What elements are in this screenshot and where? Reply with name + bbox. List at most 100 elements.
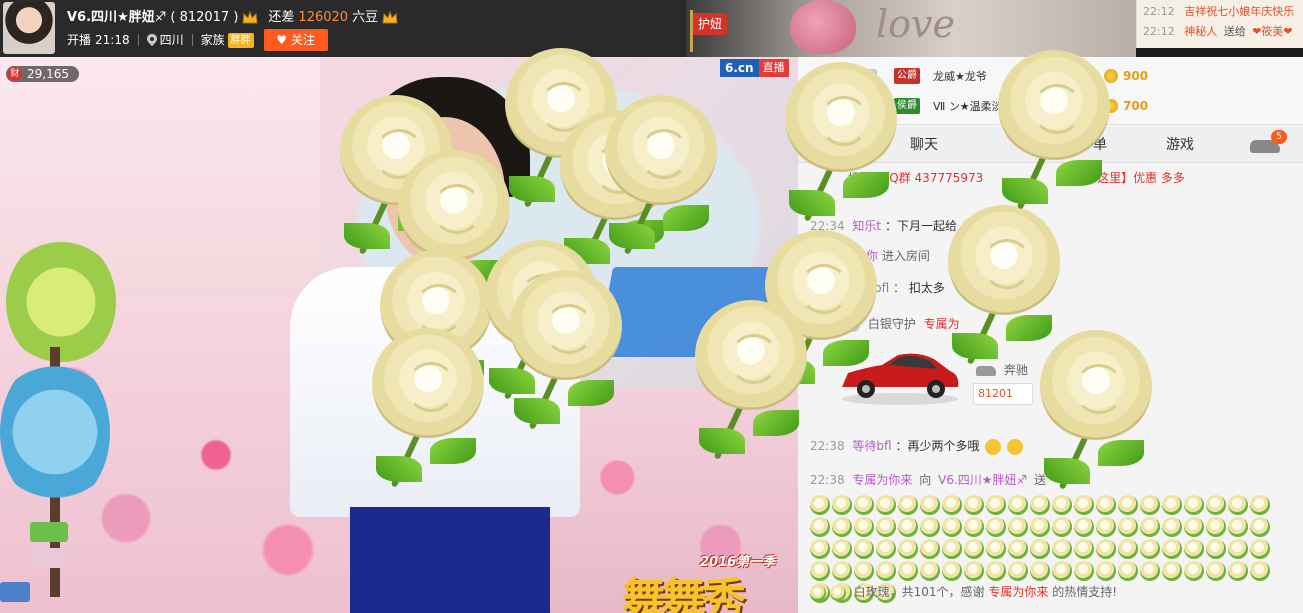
rose-icon	[1228, 517, 1248, 537]
rose-icon	[920, 561, 940, 581]
chat-user[interactable]: 等待bfl	[852, 439, 891, 453]
rose-icon	[1030, 495, 1050, 515]
tab-games[interactable]: 游戏	[1166, 127, 1194, 163]
rose-icon	[1228, 539, 1248, 559]
family-badge[interactable]: 胖胖	[227, 32, 254, 48]
chat-target[interactable]: V6.四川★胖妞♐	[938, 473, 1027, 487]
rose-icon	[1008, 561, 1028, 581]
rose-icon	[832, 561, 852, 581]
promo-banner[interactable]: 护妞 love	[686, 0, 1136, 57]
colon-separator: ：	[893, 281, 906, 295]
chat-gift: 22:38 专属为你来 向 V6.四川★胖妞♐ 送	[810, 471, 1046, 489]
chat-user[interactable]: bfl	[874, 281, 889, 295]
divider	[137, 34, 139, 46]
rank-row[interactable]: 1 公爵 龙威★龙爷 900	[798, 62, 1303, 90]
rose-icon	[876, 539, 896, 559]
tab-list[interactable]: 单	[1093, 127, 1107, 163]
rose-gift-grid	[810, 495, 1290, 603]
rank-name[interactable]: 龙威★龙爷	[933, 68, 987, 84]
anchor-name[interactable]: V6.四川★胖妞♐	[67, 8, 166, 28]
rose-icon	[942, 495, 962, 515]
rose-icon	[1184, 539, 1204, 559]
side-icon[interactable]	[30, 522, 68, 542]
wealth-icon: 财	[8, 67, 22, 81]
rank-value: 900	[1123, 69, 1149, 83]
notice-tail: 这里】优惠 多多	[1097, 171, 1185, 185]
rose-icon	[1140, 517, 1160, 537]
ticker-target[interactable]: ❤筱美❤	[1252, 25, 1292, 38]
chat-gift-thanks: 白玫瑰，共101个，感谢 专属为你来 的热情支持!	[810, 583, 1117, 601]
chat-user[interactable]: 哥爱你	[842, 249, 878, 263]
rank-name[interactable]: Ⅶ ン★温柔淡	[933, 98, 1003, 114]
side-icon[interactable]	[0, 582, 30, 602]
rose-icon	[854, 495, 874, 515]
logo-live: 直播	[758, 59, 789, 77]
tab-chat[interactable]: 聊天	[910, 127, 938, 163]
follow-label: 关注	[291, 33, 316, 47]
rose-icon	[986, 561, 1006, 581]
side-icons	[0, 462, 72, 613]
notice-qq[interactable]: QQ群 437775973	[880, 171, 983, 185]
ticker-row: 22:12 神秘人 送给 ❤筱美❤	[1143, 22, 1303, 42]
thanks-text-b: 的热情支持!	[1052, 585, 1118, 599]
logo-site: 6.cn	[720, 59, 759, 77]
rose-icon	[810, 495, 830, 515]
thanks-text-a: 白玫瑰，共101个，感谢	[853, 585, 985, 599]
chat-user[interactable]: 知乐t	[852, 219, 881, 233]
video-stream[interactable]: 财 29,165 6.cn 直播 舞舞秀 2016第一季	[0, 57, 798, 613]
ticker-row: 22:12 吉祥祝七小娘年庆快乐	[1143, 2, 1303, 22]
chat-text: ：再少两个多哦	[895, 439, 980, 453]
rose-icon	[1118, 561, 1138, 581]
start-time: 21:18	[95, 33, 130, 47]
rose-icon	[964, 495, 984, 515]
chat-list[interactable]: 场】 QQ群 437775973 这里】优惠 多多 22:34 知乐t ：下月一…	[798, 165, 1303, 613]
side-panel: 1 公爵 龙威★龙爷 900 侯爵 Ⅶ ン★温柔淡 700 聊天 单 游戏 5 …	[798, 57, 1303, 613]
rose-icon	[1250, 517, 1270, 537]
site-logo: 6.cn 直播	[720, 59, 789, 77]
rose-icon	[986, 517, 1006, 537]
streamer-figure	[290, 77, 590, 613]
rose-icon	[1162, 517, 1182, 537]
rose-icon	[832, 539, 852, 559]
anchor-meta-row: 开播 21:18 四川 家族 胖胖 ♥ 关注	[67, 29, 328, 51]
car-count-badge: 5	[1271, 130, 1287, 144]
shield-icon	[846, 317, 860, 332]
crown-icon	[242, 11, 258, 24]
room-id: ( 812017 )	[170, 10, 239, 25]
rose-icon	[1008, 517, 1028, 537]
chat-user[interactable]: 专属为	[924, 317, 960, 331]
rank-badge: 公爵	[894, 68, 920, 84]
chat-verb: 向	[919, 473, 932, 487]
chat-text: 扣太多	[908, 281, 945, 295]
rose-icon	[1206, 561, 1226, 581]
rank-row[interactable]: 侯爵 Ⅶ ン★温柔淡 700	[798, 92, 1303, 120]
rose-icon	[1140, 495, 1160, 515]
anchor-header: V6.四川★胖妞♐ ( 812017 ) 还差 126020 六豆 开播 21:…	[0, 0, 798, 57]
rose-icon	[1030, 517, 1050, 537]
rose-icon	[1118, 495, 1138, 515]
side-icon[interactable]	[30, 548, 68, 568]
follow-button[interactable]: ♥ 关注	[263, 29, 328, 51]
rose-icon	[898, 495, 918, 515]
watermark-year: 2016第一季	[700, 555, 776, 570]
ticker-user[interactable]: 神秘人	[1184, 25, 1217, 38]
chat-user[interactable]: 专属为你来	[988, 585, 1048, 599]
rose-icon	[920, 539, 940, 559]
rose-icon	[1118, 539, 1138, 559]
chat-user[interactable]: 专属为你来	[852, 473, 912, 487]
streamer-skirt	[350, 507, 550, 613]
rose-icon	[898, 539, 918, 559]
rank-number: 1	[863, 69, 877, 83]
streamer-shirt	[290, 267, 580, 517]
chat-time: 22:38	[810, 439, 845, 453]
video-equipment	[597, 267, 783, 357]
greet-box[interactable]: 81201	[973, 383, 1033, 405]
guard-flag[interactable]: 护妞	[688, 10, 727, 52]
rose-icon	[1030, 539, 1050, 559]
rose-icon	[1052, 495, 1072, 515]
anchor-avatar[interactable]	[3, 2, 55, 54]
chat-message: 22:34 知乐t ：下月一起给	[810, 217, 957, 235]
rose-icon	[1052, 561, 1072, 581]
gap-value: 126020	[298, 10, 349, 25]
rose-icon	[1250, 561, 1270, 581]
